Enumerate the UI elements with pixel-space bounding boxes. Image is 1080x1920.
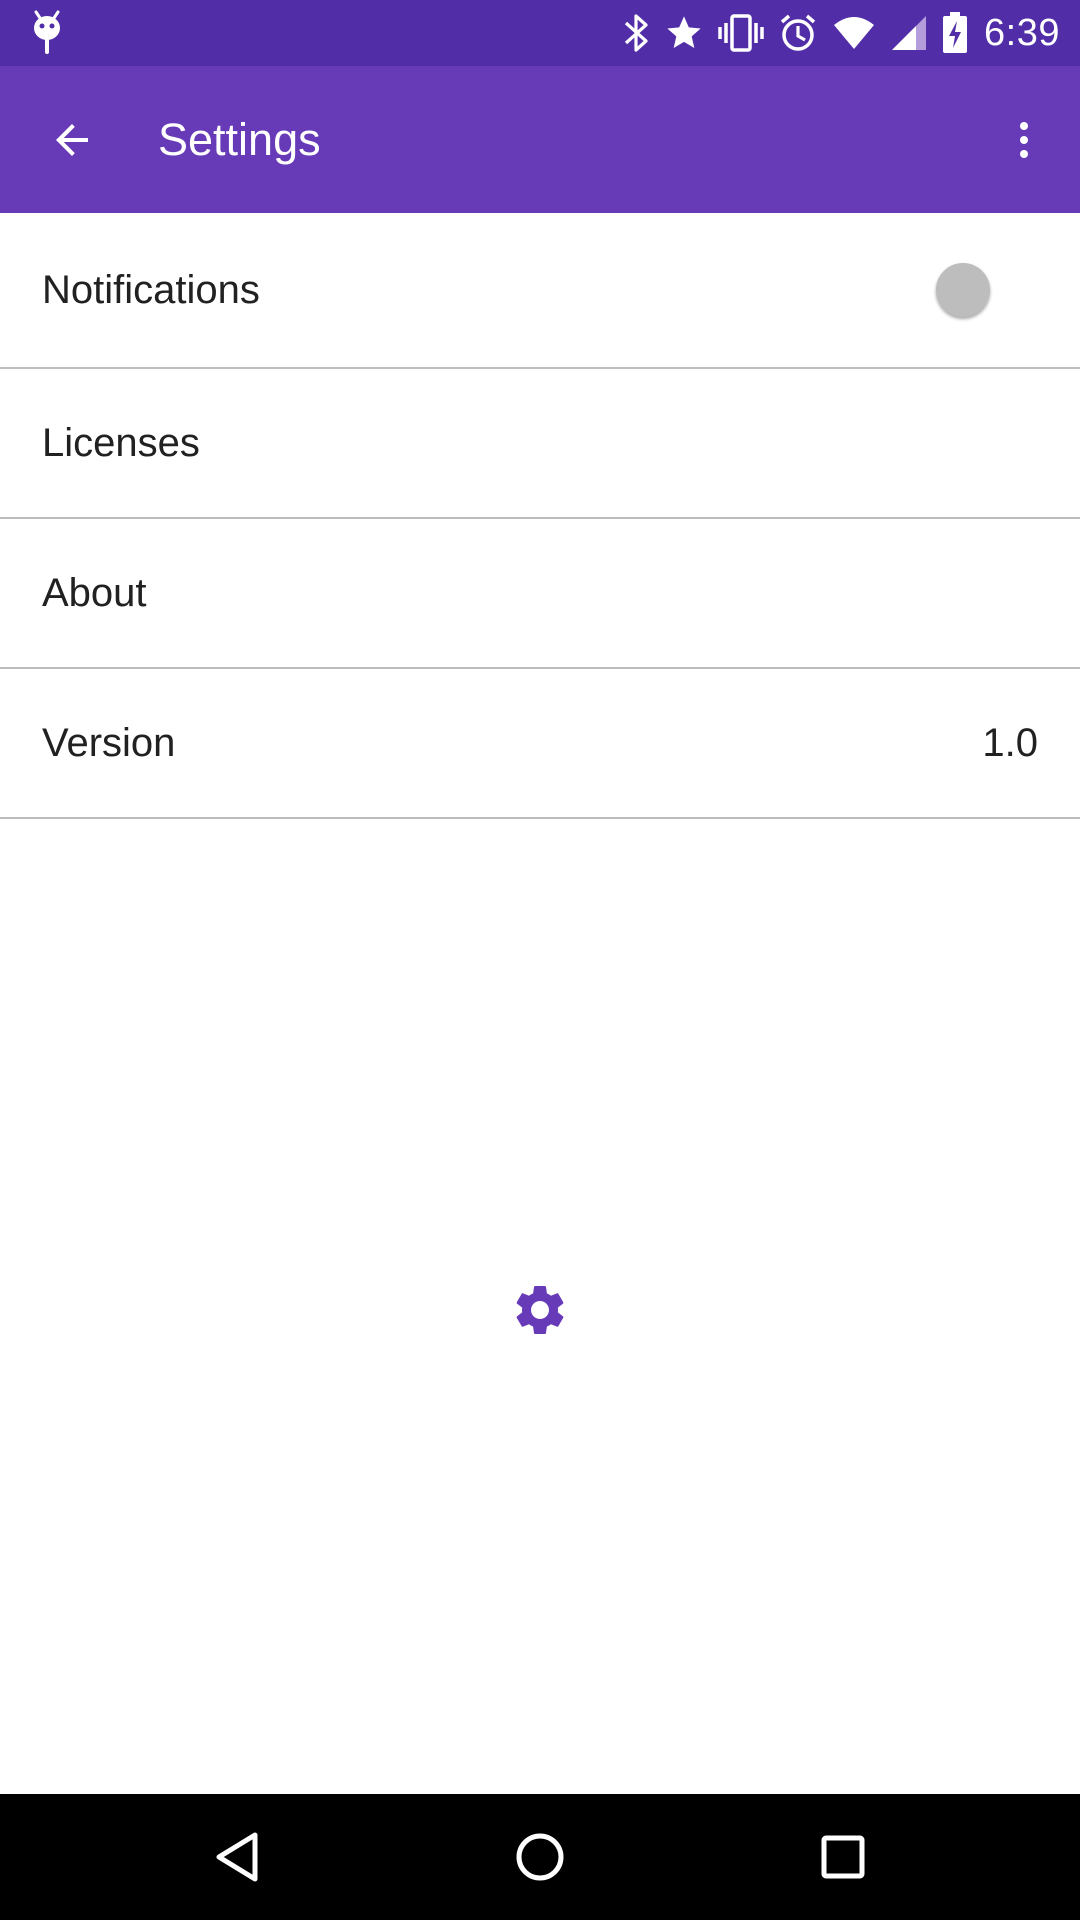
gear-icon: [510, 1280, 570, 1340]
version-value: 1.0: [982, 720, 1038, 765]
settings-item-licenses[interactable]: Licenses: [0, 369, 1080, 519]
page-title: Settings: [158, 114, 321, 165]
settings-item-version[interactable]: Version 1.0: [0, 669, 1080, 819]
settings-item-notifications[interactable]: Notifications: [0, 213, 1080, 369]
app-bar: Settings: [0, 66, 1080, 213]
arrow-back-icon: [56, 124, 88, 156]
back-button[interactable]: [26, 94, 118, 186]
settings-item-label: About: [42, 570, 147, 615]
settings-item-label: Version: [42, 720, 176, 765]
bluetooth-icon: [622, 0, 650, 66]
settings-item-label: Licenses: [42, 420, 200, 465]
nav-recents-button[interactable]: [778, 1794, 908, 1920]
android-debug-icon: [30, 10, 64, 56]
notifications-switch[interactable]: [928, 255, 998, 325]
settings-list: Notifications Licenses About Version 1.0: [0, 213, 1080, 819]
vibrate-icon: [718, 0, 764, 66]
settings-item-label: Notifications: [42, 267, 260, 312]
back-triangle-icon: [216, 1832, 258, 1882]
overflow-menu-button[interactable]: [978, 94, 1070, 186]
status-time: 6:39: [984, 11, 1060, 54]
status-bar: 6:39: [0, 0, 1080, 66]
wifi-icon: [832, 0, 876, 66]
battery-charging-icon: [942, 0, 968, 66]
recents-square-icon: [821, 1835, 865, 1879]
alarm-icon: [778, 0, 818, 66]
nav-back-button[interactable]: [172, 1794, 302, 1920]
cell-signal-icon: [890, 0, 928, 66]
star-icon: [664, 0, 704, 66]
home-circle-icon: [516, 1833, 564, 1881]
more-vert-icon: [1020, 122, 1028, 158]
navigation-bar: [0, 1794, 1080, 1920]
nav-home-button[interactable]: [475, 1794, 605, 1920]
switch-thumb: [936, 263, 990, 317]
settings-item-about[interactable]: About: [0, 519, 1080, 669]
status-icons: 6:39: [608, 0, 1060, 66]
